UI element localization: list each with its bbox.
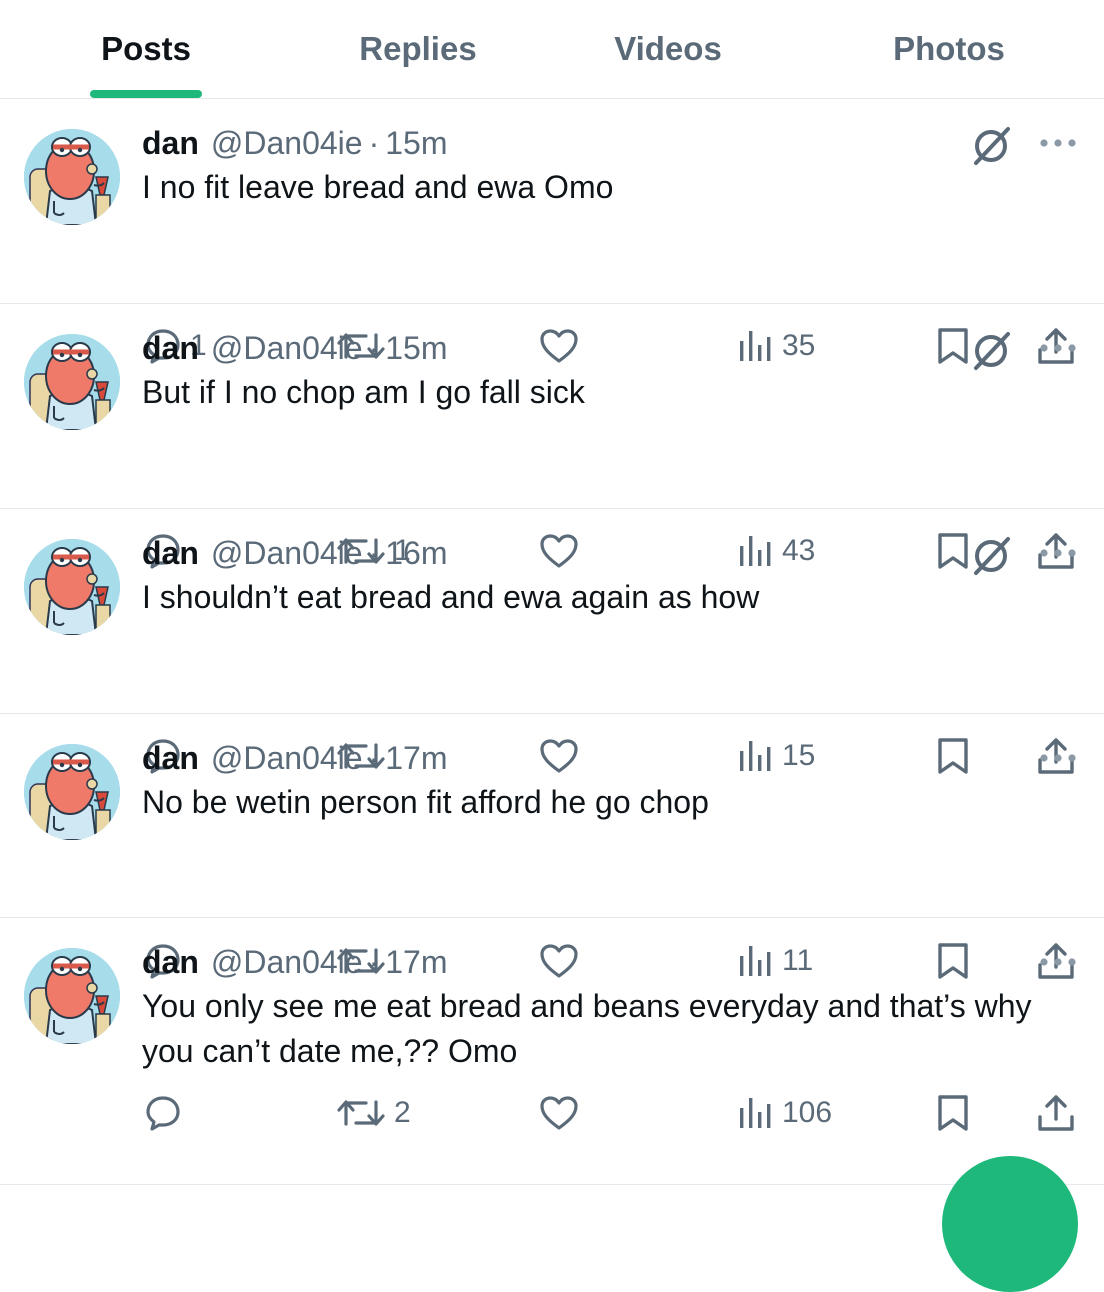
- grok-icon[interactable]: [968, 123, 1014, 167]
- avatar-image: [24, 129, 120, 225]
- author-name[interactable]: dan: [142, 944, 199, 981]
- post-text: But if I no chop am I go fall sick: [142, 374, 585, 410]
- grok-icon[interactable]: [968, 533, 1014, 577]
- post-time[interactable]: 15m: [385, 330, 447, 367]
- author-name[interactable]: dan: [142, 125, 199, 162]
- separator-dot: ·: [368, 534, 380, 571]
- avatar[interactable]: [24, 334, 120, 430]
- view-count: 106: [782, 1096, 833, 1129]
- avatar-image: [24, 948, 120, 1044]
- post-time[interactable]: 16m: [385, 535, 447, 572]
- post[interactable]: dan @Dan04ie · 15m But if I no chop am I…: [0, 304, 1104, 569]
- active-tab-indicator: [90, 90, 202, 98]
- repost-count: 2: [394, 1096, 411, 1129]
- avatar[interactable]: [24, 539, 120, 635]
- author-handle[interactable]: @Dan04ie: [211, 125, 363, 162]
- post-text: I shouldn’t eat bread and ewa again as h…: [142, 579, 760, 615]
- share-button[interactable]: [1036, 1088, 1076, 1138]
- bookmark-icon: [938, 1095, 968, 1131]
- author-handle[interactable]: @Dan04ie: [211, 740, 363, 777]
- more-icon[interactable]: [1038, 952, 1078, 972]
- author-name[interactable]: dan: [142, 740, 199, 777]
- more-icon[interactable]: [1038, 748, 1078, 768]
- post-header: dan @Dan04ie · 17m: [142, 736, 447, 780]
- more-icon[interactable]: [1038, 338, 1078, 358]
- author-handle[interactable]: @Dan04ie: [211, 944, 363, 981]
- post-text: No be wetin person fit afford he go chop: [142, 784, 709, 820]
- avatar[interactable]: [24, 744, 120, 840]
- post-time[interactable]: 17m: [385, 944, 447, 981]
- post-time[interactable]: 17m: [385, 740, 447, 777]
- separator-dot: ·: [368, 739, 380, 776]
- avatar-image: [24, 334, 120, 430]
- author-handle[interactable]: @Dan04ie: [211, 535, 363, 572]
- post-header: dan @Dan04ie · 15m: [142, 326, 447, 370]
- heart-icon: [540, 1096, 578, 1130]
- repost-button[interactable]: 2: [336, 1088, 411, 1138]
- separator-dot: ·: [368, 943, 380, 980]
- tab-videos[interactable]: Videos: [600, 0, 736, 98]
- post-time[interactable]: 15m: [385, 125, 447, 162]
- avatar-image: [24, 744, 120, 840]
- post[interactable]: dan @Dan04ie · 17m No be wetin person fi…: [0, 714, 1104, 979]
- post-actions: 2 106: [0, 1088, 1104, 1138]
- views-button[interactable]: 106: [738, 1088, 832, 1138]
- author-name[interactable]: dan: [142, 330, 199, 367]
- repost-icon: [337, 1100, 385, 1126]
- post[interactable]: dan @Dan04ie · 15m I no fit leave bread …: [0, 99, 1104, 364]
- bookmark-button[interactable]: [936, 1088, 970, 1138]
- tab-posts[interactable]: Posts: [90, 0, 202, 98]
- share-icon: [1038, 1095, 1074, 1131]
- profile-tabs: Posts Replies Videos Photos: [0, 0, 1104, 99]
- post-header: dan @Dan04ie · 16m: [142, 531, 447, 575]
- post[interactable]: dan @Dan04ie · 17m You only see me eat b…: [0, 918, 1104, 1185]
- separator-dot: ·: [368, 329, 380, 366]
- avatar-image: [24, 539, 120, 635]
- author-name[interactable]: dan: [142, 535, 199, 572]
- compose-post-button[interactable]: [942, 1156, 1078, 1292]
- author-handle[interactable]: @Dan04ie: [211, 330, 363, 367]
- tab-photos[interactable]: Photos: [880, 0, 1018, 98]
- grok-icon[interactable]: [968, 328, 1014, 372]
- separator-dot: ·: [368, 124, 380, 161]
- like-button[interactable]: [538, 1088, 588, 1138]
- post[interactable]: dan @Dan04ie · 16m I shouldn’t eat bread…: [0, 509, 1104, 774]
- more-icon[interactable]: [1038, 543, 1078, 563]
- avatar[interactable]: [24, 129, 120, 225]
- post-text: You only see me eat bread and beans ever…: [142, 988, 1032, 1069]
- reply-icon: [146, 1096, 180, 1131]
- avatar[interactable]: [24, 948, 120, 1044]
- tab-replies[interactable]: Replies: [348, 0, 488, 98]
- post-text: I no fit leave bread and ewa Omo: [142, 169, 614, 205]
- post-header: dan @Dan04ie · 17m: [142, 940, 447, 984]
- post-header: dan @Dan04ie · 15m: [142, 121, 447, 165]
- views-icon: [740, 1098, 771, 1128]
- reply-button[interactable]: [144, 1088, 190, 1138]
- more-icon[interactable]: [1038, 133, 1078, 153]
